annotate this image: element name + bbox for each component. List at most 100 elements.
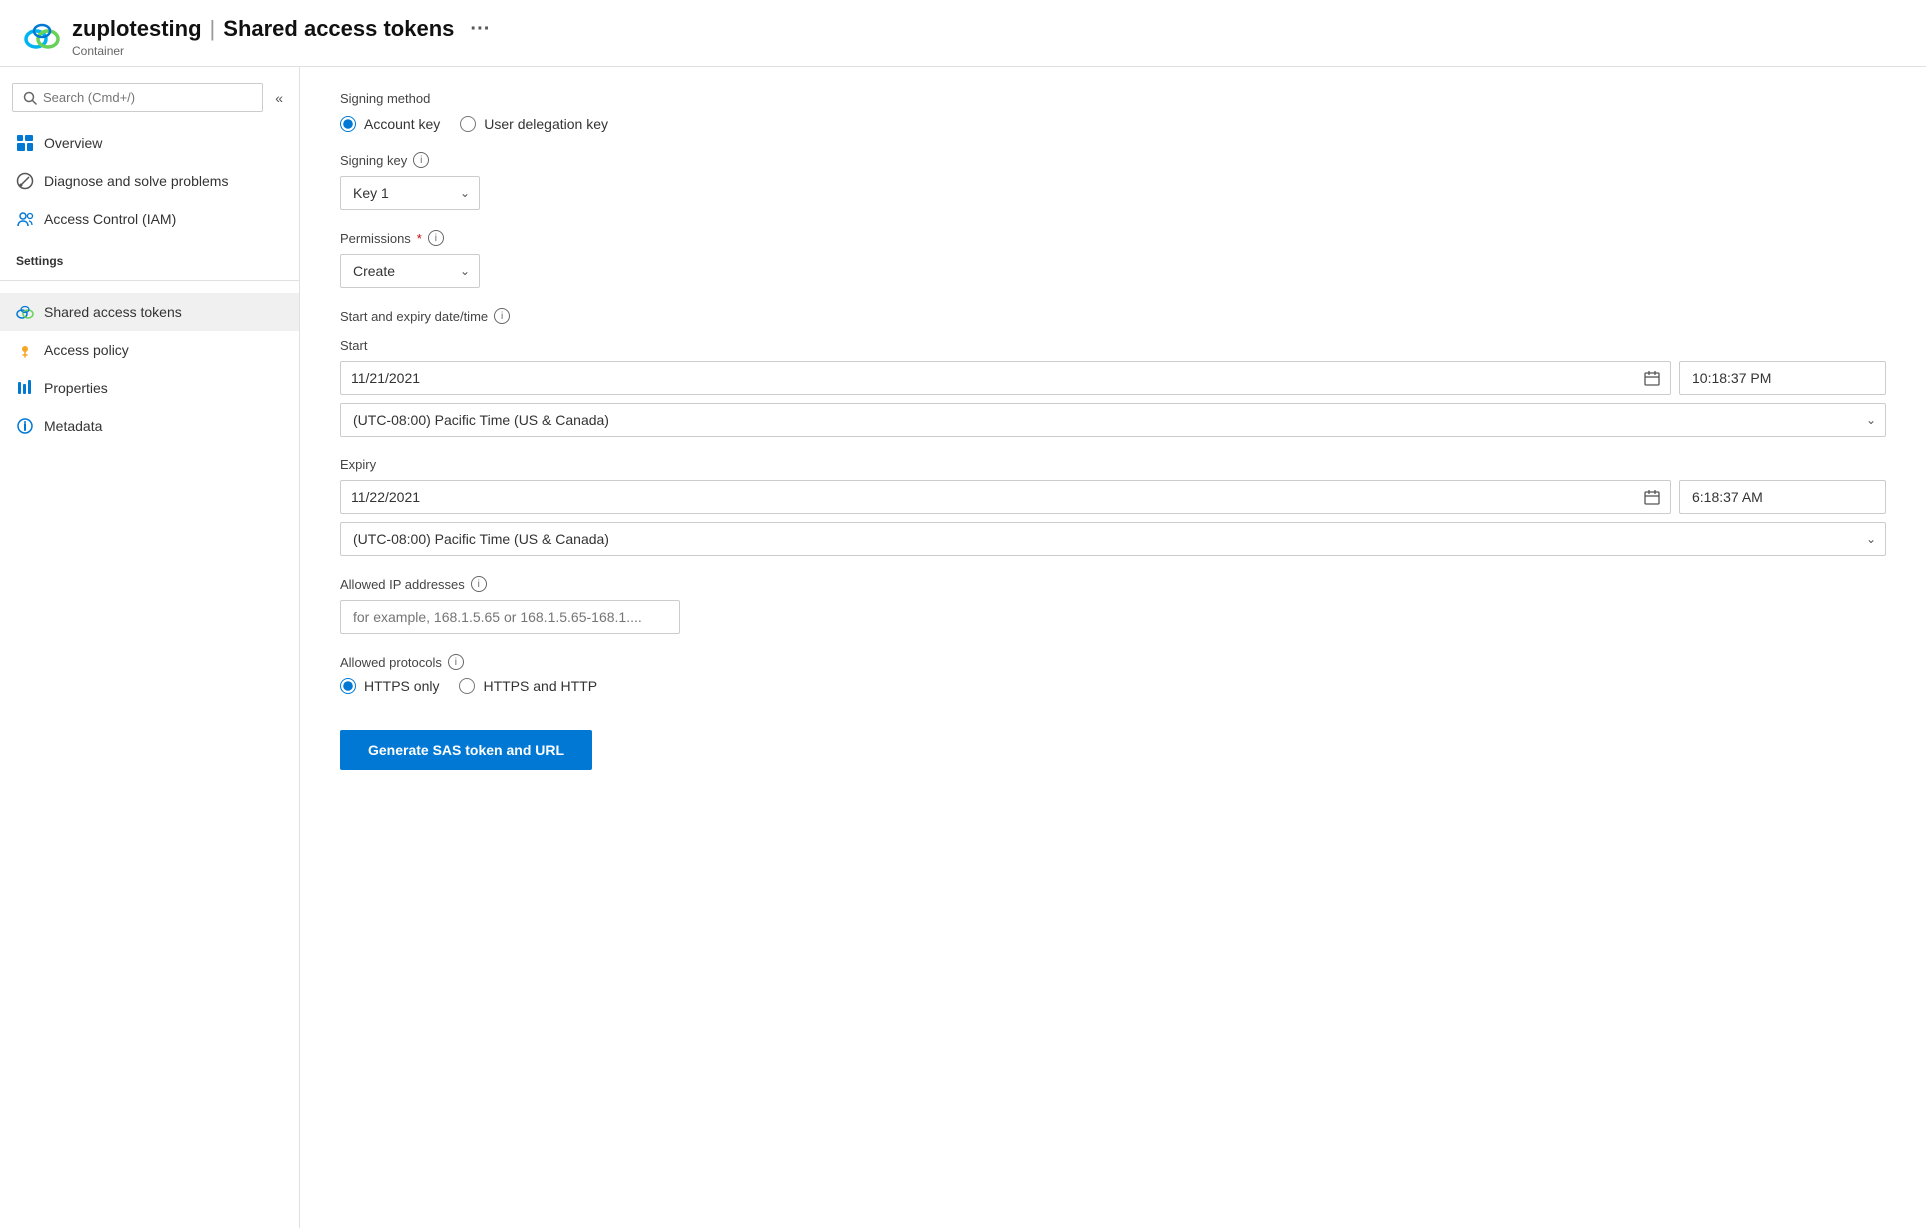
expiry-calendar-icon[interactable] (1644, 489, 1660, 505)
signing-method-block: Signing method Account key User delegati… (340, 91, 1886, 132)
https-only-option[interactable]: HTTPS only (340, 678, 439, 694)
header-title: zuplotesting | Shared access tokens ··· (72, 16, 490, 42)
permissions-select[interactable]: Read Add Create Write Delete List (340, 254, 480, 288)
expiry-label: Expiry (340, 457, 1886, 472)
https-and-http-radio[interactable] (459, 678, 475, 694)
properties-icon (16, 379, 34, 397)
https-and-http-label: HTTPS and HTTP (483, 678, 597, 694)
permissions-label-text: Permissions (340, 231, 411, 246)
sidebar-item-diagnose-label: Diagnose and solve problems (44, 173, 228, 189)
collapse-sidebar-button[interactable]: « (271, 86, 287, 110)
title-separator: | (210, 16, 216, 42)
start-date-time-row (340, 361, 1886, 395)
allowed-protocols-field-label: Allowed protocols i (340, 654, 1886, 670)
user-delegation-key-option[interactable]: User delegation key (460, 116, 608, 132)
user-delegation-key-radio[interactable] (460, 116, 476, 132)
permissions-required-marker: * (417, 231, 422, 246)
sidebar-item-metadata[interactable]: Metadata (0, 407, 299, 445)
settings-divider (0, 280, 299, 281)
page-title: Shared access tokens (223, 16, 454, 42)
sidebar-item-overview-label: Overview (44, 135, 102, 151)
account-key-label: Account key (364, 116, 440, 132)
sidebar-item-iam[interactable]: Access Control (IAM) (0, 200, 299, 238)
overview-icon (16, 134, 34, 152)
sidebar: « Overview (0, 67, 300, 1228)
https-only-label: HTTPS only (364, 678, 439, 694)
allowed-protocols-block: Allowed protocols i HTTPS only HTTPS and… (340, 654, 1886, 694)
permissions-block: Permissions * i Read Add Create Write De… (340, 230, 1886, 288)
expiry-tz-select-wrapper: (UTC-08:00) Pacific Time (US & Canada) (… (340, 522, 1886, 556)
signing-key-select-wrapper: Key 1 Key 2 ⌄ (340, 176, 480, 210)
header-subtitle: Container (72, 44, 490, 58)
settings-heading: Settings (0, 238, 299, 276)
search-input-wrapper[interactable] (12, 83, 263, 112)
start-tz-select[interactable]: (UTC-08:00) Pacific Time (US & Canada) (… (340, 403, 1886, 437)
expiry-date-wrapper[interactable] (340, 480, 1671, 514)
sidebar-item-properties[interactable]: Properties (0, 369, 299, 407)
date-time-label-text: Start and expiry date/time (340, 309, 488, 324)
metadata-icon (16, 417, 34, 435)
permissions-field-label: Permissions * i (340, 230, 1886, 246)
page-header: zuplotesting | Shared access tokens ··· … (0, 0, 1926, 67)
start-time-input[interactable] (1679, 361, 1886, 395)
https-and-http-option[interactable]: HTTPS and HTTP (459, 678, 597, 694)
account-key-radio[interactable] (340, 116, 356, 132)
https-only-radio[interactable] (340, 678, 356, 694)
signing-key-block: Signing key i Key 1 Key 2 ⌄ (340, 152, 1886, 210)
expiry-date-input[interactable] (351, 481, 1644, 513)
signing-method-radio-group: Account key User delegation key (340, 116, 1886, 132)
expiry-tz-select[interactable]: (UTC-08:00) Pacific Time (US & Canada) (… (340, 522, 1886, 556)
app-container: zuplotesting | Shared access tokens ··· … (0, 0, 1926, 1228)
allowed-ip-label-text: Allowed IP addresses (340, 577, 465, 592)
start-tz-select-wrapper: (UTC-08:00) Pacific Time (US & Canada) (… (340, 403, 1886, 437)
signing-key-field-label: Signing key i (340, 152, 1886, 168)
expiry-date-block: Expiry (UTC-08:00) (340, 457, 1886, 556)
signing-key-select[interactable]: Key 1 Key 2 (340, 176, 480, 210)
allowed-protocols-info-icon[interactable]: i (448, 654, 464, 670)
sidebar-item-shared-access-tokens-label: Shared access tokens (44, 304, 182, 320)
header-ellipsis-menu[interactable]: ··· (470, 18, 490, 41)
start-date-input[interactable] (351, 362, 1644, 394)
main-layout: « Overview (0, 67, 1926, 1228)
signing-key-info-icon[interactable]: i (413, 152, 429, 168)
date-time-info-icon[interactable]: i (494, 308, 510, 324)
allowed-ip-info-icon[interactable]: i (471, 576, 487, 592)
date-time-section-label: Start and expiry date/time i (340, 308, 1886, 324)
sidebar-search-row: « (0, 83, 299, 124)
expiry-time-input[interactable] (1679, 480, 1886, 514)
allowed-ip-field-label: Allowed IP addresses i (340, 576, 1886, 592)
access-policy-icon (16, 341, 34, 359)
search-input[interactable] (43, 90, 252, 105)
allowed-ip-input[interactable] (340, 600, 680, 634)
sidebar-item-shared-access-tokens[interactable]: Shared access tokens (0, 293, 299, 331)
sidebar-item-access-policy-label: Access policy (44, 342, 129, 358)
generate-sas-button[interactable]: Generate SAS token and URL (340, 730, 592, 770)
search-icon (23, 91, 37, 105)
content-area: Signing method Account key User delegati… (300, 67, 1926, 1228)
start-date-block: Start (UTC-08:00) (340, 338, 1886, 437)
account-key-option[interactable]: Account key (340, 116, 440, 132)
azure-logo-icon (24, 19, 60, 55)
sidebar-item-iam-label: Access Control (IAM) (44, 211, 176, 227)
diagnose-icon (16, 172, 34, 190)
start-date-wrapper[interactable] (340, 361, 1671, 395)
iam-icon (16, 210, 34, 228)
expiry-date-time-row (340, 480, 1886, 514)
header-title-block: zuplotesting | Shared access tokens ··· … (72, 16, 490, 58)
signing-method-label: Signing method (340, 91, 1886, 106)
sidebar-item-properties-label: Properties (44, 380, 108, 396)
user-delegation-key-label: User delegation key (484, 116, 608, 132)
signing-key-label-text: Signing key (340, 153, 407, 168)
sidebar-item-overview[interactable]: Overview (0, 124, 299, 162)
permissions-select-wrapper: Read Add Create Write Delete List ⌄ (340, 254, 480, 288)
permissions-info-icon[interactable]: i (428, 230, 444, 246)
start-label: Start (340, 338, 1886, 353)
shared-access-tokens-icon (16, 303, 34, 321)
sidebar-item-access-policy[interactable]: Access policy (0, 331, 299, 369)
protocols-radio-group: HTTPS only HTTPS and HTTP (340, 678, 1886, 694)
allowed-protocols-label-text: Allowed protocols (340, 655, 442, 670)
sidebar-item-diagnose[interactable]: Diagnose and solve problems (0, 162, 299, 200)
sidebar-item-metadata-label: Metadata (44, 418, 102, 434)
start-calendar-icon[interactable] (1644, 370, 1660, 386)
resource-name: zuplotesting (72, 16, 202, 42)
